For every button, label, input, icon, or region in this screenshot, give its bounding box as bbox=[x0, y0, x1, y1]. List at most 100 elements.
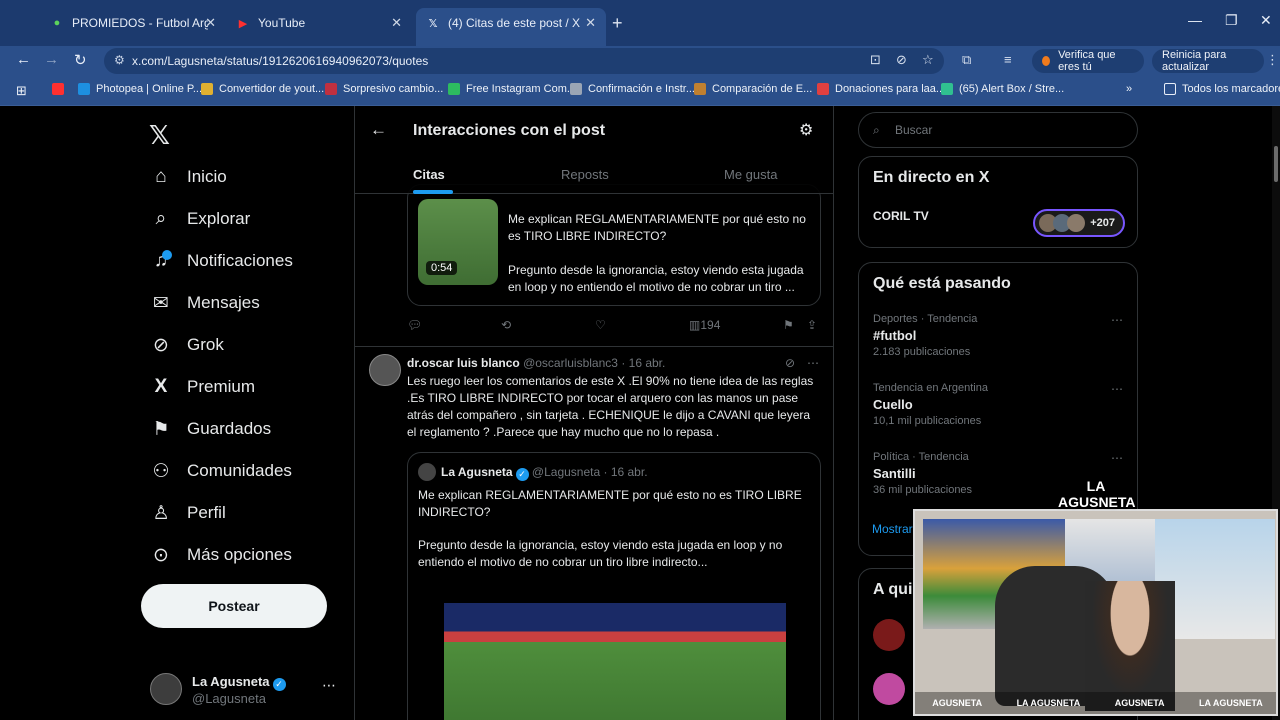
sidebar-item-grok[interactable]: ⊘ Grok bbox=[148, 329, 224, 361]
author-handle[interactable]: @oscarluisblanc3 bbox=[523, 356, 618, 370]
maximize-icon[interactable]: ❐ bbox=[1225, 12, 1238, 29]
back-arrow-icon[interactable]: ← bbox=[370, 120, 387, 140]
bookmark-item[interactable]: Free Instagram Com... bbox=[448, 83, 576, 95]
new-tab-icon[interactable]: + bbox=[612, 13, 623, 34]
minimize-icon[interactable]: — bbox=[1188, 12, 1202, 28]
tab-title: YouTube bbox=[258, 16, 306, 30]
sidebar-item-mensajes[interactable]: ✉ Mensajes bbox=[148, 287, 260, 319]
post-date[interactable]: · 16 abr. bbox=[621, 356, 665, 370]
install-icon[interactable]: ⊡ bbox=[870, 52, 881, 68]
more-options-icon[interactable]: ⋯ bbox=[807, 356, 819, 370]
restart-update-button[interactable]: Reinicia para actualizar bbox=[1152, 49, 1264, 73]
star-icon[interactable]: ☆ bbox=[922, 52, 934, 68]
author-handle: @Lagusneta bbox=[531, 465, 601, 479]
video-player[interactable] bbox=[444, 603, 786, 720]
video-duration: 0:54 bbox=[426, 261, 458, 275]
tab-youtube[interactable]: ▶ YouTube ✕ bbox=[226, 8, 412, 38]
all-bookmarks[interactable]: Todos los marcadores bbox=[1164, 83, 1280, 95]
quoted-post-text: Pregunto desde la ignorancia, estoy vien… bbox=[418, 538, 783, 569]
extensions-icon[interactable]: ⧉ bbox=[962, 52, 971, 68]
show-more-link[interactable]: Mostrar bbox=[872, 522, 913, 536]
tab-promiedos[interactable]: ● PROMIEDOS - Futbol Argentin ✕ bbox=[40, 8, 226, 38]
close-tab-icon[interactable]: ✕ bbox=[205, 15, 216, 31]
bookmark-item[interactable]: Sorpresivo cambio... bbox=[325, 83, 443, 95]
site-info-icon[interactable]: ⚙ bbox=[114, 53, 125, 67]
account-switcher[interactable]: La Agusneta ✓ @Lagusneta ⋯ bbox=[150, 671, 345, 709]
more-options-icon[interactable]: ⋯ bbox=[1111, 382, 1123, 396]
grok-icon[interactable]: ⊘ bbox=[785, 356, 795, 370]
sidebar-item-notificaciones[interactable]: ♫ Notificaciones bbox=[148, 245, 293, 277]
views-icon[interactable]: ▥ 194 bbox=[689, 318, 720, 332]
tab-x-quotes[interactable]: 𝕏 (4) Citas de este post / X ✕ bbox=[416, 8, 606, 46]
post-actions: 💬︎ ⟲ ♡ ▥ 194 ⚑ ⇪ bbox=[407, 318, 827, 338]
youtube-bookmark-icon[interactable] bbox=[52, 83, 70, 95]
search-input[interactable]: ⌕ Buscar bbox=[858, 112, 1138, 148]
avatar[interactable] bbox=[369, 354, 401, 386]
post-date: · 16 abr. bbox=[603, 465, 648, 479]
trend-item[interactable]: Tendencia en Argentina Cuello 10,1 mil p… bbox=[873, 382, 1123, 427]
video-thumbnail[interactable]: 0:54 bbox=[418, 199, 498, 285]
tab-citas[interactable]: Citas bbox=[413, 167, 445, 182]
listener-count: +207 bbox=[1090, 217, 1115, 229]
sidebar-item-premium[interactable]: X Premium bbox=[148, 371, 255, 403]
close-tab-icon[interactable]: ✕ bbox=[585, 15, 596, 31]
verified-badge-icon: ✓ bbox=[272, 678, 286, 691]
post-button[interactable]: Postear bbox=[141, 584, 327, 628]
quoted-post-card[interactable]: 0:54 Me explican REGLAMENTARIAMENTE por … bbox=[407, 184, 821, 306]
avatar[interactable] bbox=[873, 673, 905, 705]
eye-off-icon[interactable]: ⊘ bbox=[896, 52, 907, 68]
search-icon: ⌕ bbox=[155, 208, 167, 229]
sidebar-item-inicio[interactable]: ⌂ Inicio bbox=[148, 161, 226, 193]
trend-item[interactable]: Deportes · Tendencia #futbol 2.183 publi… bbox=[873, 313, 1123, 358]
forward-icon[interactable]: → bbox=[44, 51, 59, 68]
tab-reposts[interactable]: Reposts bbox=[561, 167, 609, 182]
author-name[interactable]: dr.oscar luis blanco bbox=[407, 356, 520, 370]
more-options-icon[interactable]: ⋯ bbox=[1111, 313, 1123, 327]
sidebar-item-label: Premium bbox=[187, 377, 256, 396]
bookmark-post-icon[interactable]: ⚑ bbox=[783, 318, 794, 332]
communities-icon: ⚇ bbox=[152, 460, 170, 482]
menu-icon[interactable]: ⋮ bbox=[1266, 52, 1279, 68]
trend-name: #futbol bbox=[873, 328, 917, 343]
bookmark-item[interactable]: (65) Alert Box / Stre... bbox=[941, 83, 1064, 95]
sidebar-item-mas-opciones[interactable]: ⊙ Más opciones bbox=[148, 539, 292, 571]
filter-icon[interactable]: ⚙ bbox=[799, 120, 813, 140]
close-window-icon[interactable]: ✕ bbox=[1260, 12, 1272, 29]
sidebar-item-guardados[interactable]: ⚑ Guardados bbox=[148, 413, 271, 445]
mail-icon: ✉ bbox=[153, 292, 169, 314]
verified-badge-icon: ✓ bbox=[515, 468, 529, 481]
tab-me-gusta[interactable]: Me gusta bbox=[724, 167, 777, 182]
sidebar-item-perfil[interactable]: ♙ Perfil bbox=[148, 497, 225, 529]
avatar[interactable] bbox=[873, 619, 905, 651]
repost-icon[interactable]: ⟲ bbox=[501, 318, 511, 332]
more-bookmarks-icon[interactable]: » bbox=[1126, 83, 1132, 95]
share-icon[interactable]: ⇪ bbox=[807, 318, 817, 332]
verify-button[interactable]: Verifica que eres tú bbox=[1032, 49, 1144, 73]
avatar bbox=[418, 463, 436, 481]
close-tab-icon[interactable]: ✕ bbox=[391, 15, 402, 31]
media-icon[interactable]: ≡ bbox=[1004, 52, 1012, 67]
more-options-icon[interactable]: ⋯ bbox=[322, 677, 336, 694]
sidebar-item-comunidades[interactable]: ⚇ Comunidades bbox=[148, 455, 291, 487]
bookmarks-bar: ⊞ Photopea | Online P... Convertidor de … bbox=[0, 76, 1280, 106]
more-options-icon[interactable]: ⋯ bbox=[1111, 451, 1123, 465]
grok-icon: ⊘ bbox=[153, 334, 169, 356]
reload-icon[interactable]: ↻ bbox=[74, 51, 87, 69]
bookmark-item[interactable]: Confirmación e Instr... bbox=[570, 83, 695, 95]
bookmark-item[interactable]: Photopea | Online P... bbox=[78, 83, 202, 95]
back-icon[interactable]: ← bbox=[16, 51, 31, 68]
scrollbar-thumb[interactable] bbox=[1274, 146, 1278, 182]
bookmark-item[interactable]: Convertidor de yout... bbox=[201, 83, 324, 95]
live-listeners-pill[interactable]: +207 bbox=[1033, 209, 1125, 237]
bookmark-item[interactable]: Donaciones para laa... bbox=[817, 83, 945, 95]
sidebar-item-explorar[interactable]: ⌕ Explorar bbox=[148, 203, 251, 235]
like-icon[interactable]: ♡ bbox=[595, 318, 606, 332]
quoted-post-card[interactable]: La Agusneta ✓ @Lagusneta · 16 abr. Me exp… bbox=[407, 452, 821, 720]
reply-icon[interactable]: 💬︎ bbox=[407, 318, 422, 332]
profile-icon: ♙ bbox=[152, 502, 170, 524]
live-channel-name[interactable]: CORIL TV bbox=[873, 209, 929, 223]
apps-icon[interactable]: ⊞ bbox=[16, 83, 27, 99]
address-bar[interactable]: ⚙ x.com/Lagusneta/status/191262061694096… bbox=[104, 48, 944, 74]
bookmark-item[interactable]: Comparación de E... bbox=[694, 83, 812, 95]
x-logo-icon[interactable]: 𝕏 bbox=[149, 120, 170, 151]
